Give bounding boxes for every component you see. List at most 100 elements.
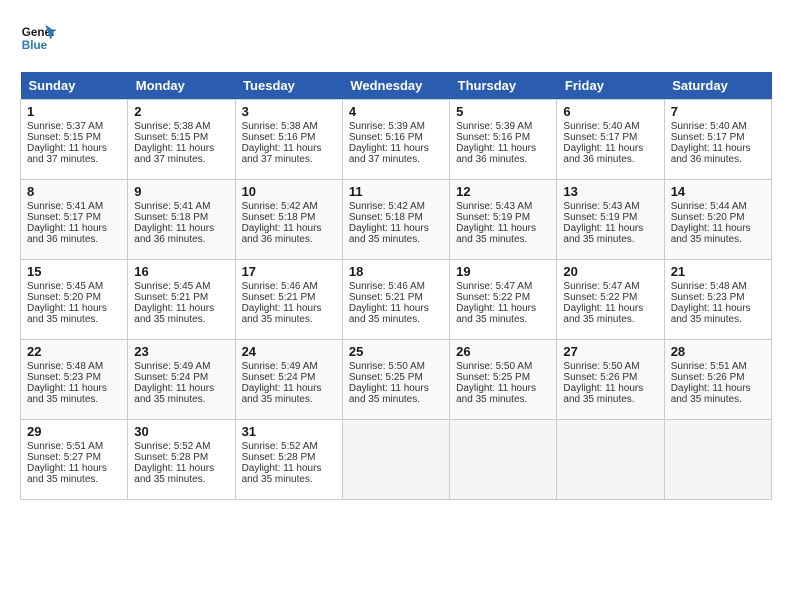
week-row-5: 29 Sunrise: 5:51 AM Sunset: 5:27 PM Dayl… bbox=[21, 420, 772, 500]
day-number: 29 bbox=[27, 424, 121, 439]
sunset-text: Sunset: 5:26 PM bbox=[671, 372, 745, 383]
day-number: 27 bbox=[563, 344, 657, 359]
day-number: 5 bbox=[456, 104, 550, 119]
day-number: 23 bbox=[134, 344, 228, 359]
sunrise-text: Sunrise: 5:40 AM bbox=[563, 121, 639, 132]
daylight-text: Daylight: 11 hours and 35 minutes. bbox=[27, 303, 107, 325]
logo-icon: General Blue bbox=[20, 20, 56, 56]
sunrise-text: Sunrise: 5:43 AM bbox=[456, 201, 532, 212]
sunset-text: Sunset: 5:16 PM bbox=[349, 132, 423, 143]
day-number: 9 bbox=[134, 184, 228, 199]
day-number: 3 bbox=[242, 104, 336, 119]
calendar-cell: 17 Sunrise: 5:46 AM Sunset: 5:21 PM Dayl… bbox=[235, 260, 342, 340]
calendar-cell: 19 Sunrise: 5:47 AM Sunset: 5:22 PM Dayl… bbox=[450, 260, 557, 340]
sunrise-text: Sunrise: 5:52 AM bbox=[134, 441, 210, 452]
calendar-cell: 3 Sunrise: 5:38 AM Sunset: 5:16 PM Dayli… bbox=[235, 100, 342, 180]
calendar-cell: 23 Sunrise: 5:49 AM Sunset: 5:24 PM Dayl… bbox=[128, 340, 235, 420]
calendar-cell: 12 Sunrise: 5:43 AM Sunset: 5:19 PM Dayl… bbox=[450, 180, 557, 260]
daylight-text: Daylight: 11 hours and 37 minutes. bbox=[27, 143, 107, 165]
calendar-header-row: SundayMondayTuesdayWednesdayThursdayFrid… bbox=[21, 72, 772, 100]
calendar-cell: 31 Sunrise: 5:52 AM Sunset: 5:28 PM Dayl… bbox=[235, 420, 342, 500]
sunrise-text: Sunrise: 5:48 AM bbox=[27, 361, 103, 372]
daylight-text: Daylight: 11 hours and 35 minutes. bbox=[563, 223, 643, 245]
day-number: 16 bbox=[134, 264, 228, 279]
calendar-cell: 26 Sunrise: 5:50 AM Sunset: 5:25 PM Dayl… bbox=[450, 340, 557, 420]
day-number: 22 bbox=[27, 344, 121, 359]
day-number: 12 bbox=[456, 184, 550, 199]
svg-text:Blue: Blue bbox=[22, 39, 48, 52]
header-wednesday: Wednesday bbox=[342, 72, 449, 100]
sunrise-text: Sunrise: 5:39 AM bbox=[456, 121, 532, 132]
day-number: 30 bbox=[134, 424, 228, 439]
calendar-cell: 27 Sunrise: 5:50 AM Sunset: 5:26 PM Dayl… bbox=[557, 340, 664, 420]
daylight-text: Daylight: 11 hours and 35 minutes. bbox=[563, 303, 643, 325]
sunrise-text: Sunrise: 5:44 AM bbox=[671, 201, 747, 212]
day-number: 15 bbox=[27, 264, 121, 279]
daylight-text: Daylight: 11 hours and 35 minutes. bbox=[27, 383, 107, 405]
sunrise-text: Sunrise: 5:47 AM bbox=[563, 281, 639, 292]
sunset-text: Sunset: 5:18 PM bbox=[134, 212, 208, 223]
calendar-cell: 6 Sunrise: 5:40 AM Sunset: 5:17 PM Dayli… bbox=[557, 100, 664, 180]
sunset-text: Sunset: 5:22 PM bbox=[563, 292, 637, 303]
day-number: 7 bbox=[671, 104, 765, 119]
sunset-text: Sunset: 5:19 PM bbox=[456, 212, 530, 223]
sunset-text: Sunset: 5:21 PM bbox=[242, 292, 316, 303]
sunset-text: Sunset: 5:27 PM bbox=[27, 452, 101, 463]
header-friday: Friday bbox=[557, 72, 664, 100]
sunrise-text: Sunrise: 5:50 AM bbox=[456, 361, 532, 372]
sunrise-text: Sunrise: 5:37 AM bbox=[27, 121, 103, 132]
sunrise-text: Sunrise: 5:47 AM bbox=[456, 281, 532, 292]
header-tuesday: Tuesday bbox=[235, 72, 342, 100]
sunrise-text: Sunrise: 5:50 AM bbox=[563, 361, 639, 372]
week-row-1: 1 Sunrise: 5:37 AM Sunset: 5:15 PM Dayli… bbox=[21, 100, 772, 180]
calendar-table: SundayMondayTuesdayWednesdayThursdayFrid… bbox=[20, 72, 772, 500]
day-number: 8 bbox=[27, 184, 121, 199]
sunset-text: Sunset: 5:21 PM bbox=[134, 292, 208, 303]
sunrise-text: Sunrise: 5:46 AM bbox=[242, 281, 318, 292]
calendar-cell: 9 Sunrise: 5:41 AM Sunset: 5:18 PM Dayli… bbox=[128, 180, 235, 260]
sunrise-text: Sunrise: 5:38 AM bbox=[134, 121, 210, 132]
sunset-text: Sunset: 5:18 PM bbox=[349, 212, 423, 223]
calendar-cell: 30 Sunrise: 5:52 AM Sunset: 5:28 PM Dayl… bbox=[128, 420, 235, 500]
sunset-text: Sunset: 5:18 PM bbox=[242, 212, 316, 223]
daylight-text: Daylight: 11 hours and 37 minutes. bbox=[349, 143, 429, 165]
sunset-text: Sunset: 5:28 PM bbox=[242, 452, 316, 463]
daylight-text: Daylight: 11 hours and 35 minutes. bbox=[134, 383, 214, 405]
calendar-cell: 21 Sunrise: 5:48 AM Sunset: 5:23 PM Dayl… bbox=[664, 260, 771, 340]
sunrise-text: Sunrise: 5:49 AM bbox=[134, 361, 210, 372]
sunset-text: Sunset: 5:16 PM bbox=[456, 132, 530, 143]
sunrise-text: Sunrise: 5:42 AM bbox=[349, 201, 425, 212]
calendar-cell: 5 Sunrise: 5:39 AM Sunset: 5:16 PM Dayli… bbox=[450, 100, 557, 180]
calendar-cell: 11 Sunrise: 5:42 AM Sunset: 5:18 PM Dayl… bbox=[342, 180, 449, 260]
daylight-text: Daylight: 11 hours and 35 minutes. bbox=[242, 463, 322, 485]
day-number: 10 bbox=[242, 184, 336, 199]
day-number: 11 bbox=[349, 184, 443, 199]
day-number: 6 bbox=[563, 104, 657, 119]
daylight-text: Daylight: 11 hours and 35 minutes. bbox=[456, 303, 536, 325]
day-number: 13 bbox=[563, 184, 657, 199]
calendar-cell: 7 Sunrise: 5:40 AM Sunset: 5:17 PM Dayli… bbox=[664, 100, 771, 180]
daylight-text: Daylight: 11 hours and 35 minutes. bbox=[456, 383, 536, 405]
sunset-text: Sunset: 5:15 PM bbox=[134, 132, 208, 143]
sunset-text: Sunset: 5:22 PM bbox=[456, 292, 530, 303]
sunrise-text: Sunrise: 5:38 AM bbox=[242, 121, 318, 132]
week-row-3: 15 Sunrise: 5:45 AM Sunset: 5:20 PM Dayl… bbox=[21, 260, 772, 340]
daylight-text: Daylight: 11 hours and 35 minutes. bbox=[456, 223, 536, 245]
header-thursday: Thursday bbox=[450, 72, 557, 100]
day-number: 19 bbox=[456, 264, 550, 279]
sunrise-text: Sunrise: 5:51 AM bbox=[27, 441, 103, 452]
calendar-cell: 14 Sunrise: 5:44 AM Sunset: 5:20 PM Dayl… bbox=[664, 180, 771, 260]
daylight-text: Daylight: 11 hours and 36 minutes. bbox=[671, 143, 751, 165]
daylight-text: Daylight: 11 hours and 35 minutes. bbox=[671, 223, 751, 245]
day-number: 1 bbox=[27, 104, 121, 119]
sunset-text: Sunset: 5:24 PM bbox=[242, 372, 316, 383]
day-number: 17 bbox=[242, 264, 336, 279]
daylight-text: Daylight: 11 hours and 35 minutes. bbox=[349, 223, 429, 245]
day-number: 20 bbox=[563, 264, 657, 279]
sunset-text: Sunset: 5:26 PM bbox=[563, 372, 637, 383]
day-number: 26 bbox=[456, 344, 550, 359]
sunrise-text: Sunrise: 5:48 AM bbox=[671, 281, 747, 292]
sunset-text: Sunset: 5:17 PM bbox=[563, 132, 637, 143]
sunset-text: Sunset: 5:23 PM bbox=[27, 372, 101, 383]
daylight-text: Daylight: 11 hours and 35 minutes. bbox=[27, 463, 107, 485]
